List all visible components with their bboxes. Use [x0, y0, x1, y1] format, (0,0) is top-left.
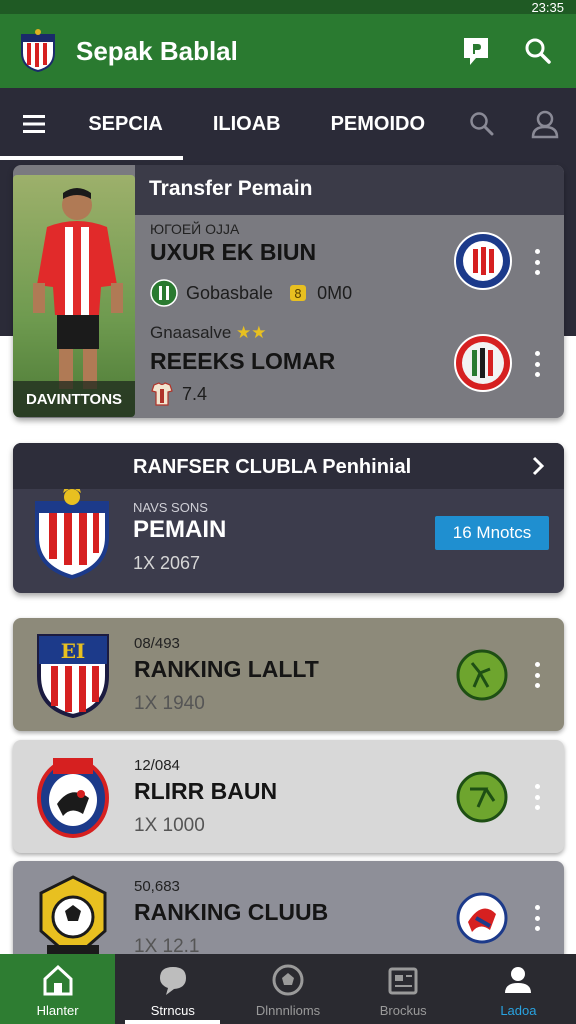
ranking-title: RLIRR BAUN: [134, 778, 278, 804]
club-transfer-name: PEMAIN: [133, 516, 227, 543]
ranking-meta: 1X 12.1: [134, 936, 200, 956]
club-transfer-card[interactable]: RANFSER CLUBLA Penhinial NAVS SONS PEMAI…: [13, 443, 564, 593]
transfer-card[interactable]: DAVINTTONS Transfer Pemain ЮГОЕЙ ОЈЈА UX…: [13, 165, 564, 418]
tab-search-button[interactable]: [451, 111, 513, 137]
team-badge-icon: [456, 649, 508, 701]
search-icon: [470, 112, 494, 136]
entry2-subtitle: Gnaasalve ★★: [150, 323, 267, 343]
nav-matches[interactable]: Dlnnnlioms: [230, 954, 345, 1024]
entry2-subtitle-text: Gnaasalve: [150, 323, 232, 342]
user-icon: [531, 110, 559, 139]
nav-home[interactable]: Hlanter: [0, 954, 116, 1024]
ranking-meta: 1X 1940: [134, 693, 205, 714]
nav-matches-label: Dlnnnlioms: [255, 1003, 321, 1018]
ranking-title: RANKING LALLT: [134, 656, 319, 682]
entry2-more-button[interactable]: [532, 351, 542, 377]
team-badge-icon: [456, 892, 508, 944]
club-transfer-subtitle: NAVS SONS: [133, 500, 208, 515]
entry1-fee: 0M0: [317, 282, 353, 303]
nav-stories-label: Strncus: [150, 1003, 195, 1018]
club-crest-icon: [454, 334, 512, 392]
club-transfer-meta: 1X 2067: [133, 553, 201, 573]
chat-button[interactable]: [456, 31, 496, 71]
ranking-more-button[interactable]: [532, 662, 542, 688]
svg-text:8: 8: [294, 287, 302, 301]
player-photo: DAVINTTONS: [13, 175, 135, 417]
home-icon: [43, 964, 73, 996]
entry1-club: Gobasbale: [186, 282, 274, 303]
transfer-card-title: Transfer Pemain: [135, 165, 564, 215]
club-shield-icon: [37, 758, 109, 838]
status-bar: 23:35: [0, 0, 576, 15]
nav-profile[interactable]: Ladoa: [461, 954, 576, 1024]
svg-text:EI: EI: [61, 639, 86, 663]
profile-button[interactable]: [514, 109, 576, 139]
money-icon: 8: [290, 285, 307, 301]
entry1-more-button[interactable]: [532, 249, 542, 275]
entry2-value: 7.4: [182, 383, 208, 404]
tab-bar: SEPCIA ILIOAB PEMOIDO: [0, 88, 576, 160]
profile-icon: [505, 967, 532, 993]
nav-news[interactable]: Brockus: [346, 954, 461, 1024]
entry2-details: 7.4: [150, 381, 207, 407]
news-icon: [388, 967, 418, 995]
entry1-details: Gobasbale 8 0M0: [150, 279, 352, 307]
chat-icon: [464, 38, 488, 65]
hamburger-icon: [23, 115, 46, 133]
nav-stories[interactable]: Strncus: [115, 954, 230, 1024]
ranking-meta: 1X 1000: [134, 815, 205, 836]
club-badge-icon: [150, 279, 178, 307]
ball-icon: [272, 964, 304, 996]
player-caption: DAVINTTONS: [13, 381, 135, 417]
chevron-right-icon[interactable]: [528, 455, 548, 477]
tab-pemoido[interactable]: PEMOIDO: [301, 88, 445, 160]
status-time: 23:35: [531, 0, 564, 15]
search-button[interactable]: [518, 31, 558, 71]
ranking-card[interactable]: 50,683 RANKING CLUUB 1X 12.1: [13, 861, 564, 956]
tab-ilioab[interactable]: ILIOAB: [183, 88, 301, 160]
club-transfer-badge[interactable]: 16 Mnotcs: [435, 516, 549, 550]
ranking-card[interactable]: EI 08/493 RANKING LALLT 1X 1940: [13, 618, 564, 731]
nav-news-label: Brockus: [379, 1003, 427, 1018]
ranking-subtitle: 12/084: [134, 757, 180, 774]
jersey-icon: [151, 382, 173, 406]
club-transfer-title: RANFSER CLUBLA Penhinial: [13, 443, 564, 489]
entry2-name: REEEKS LOMAR: [150, 348, 336, 374]
ranking-subtitle: 50,683: [134, 878, 180, 895]
club-crest-icon: [454, 232, 512, 290]
ranking-card[interactable]: 12/084 RLIRR BAUN 1X 1000: [13, 740, 564, 853]
search-icon: [525, 38, 551, 64]
ranking-title: RANKING CLUUB: [134, 899, 329, 925]
entry1-name: UXUR EK BIUN: [150, 239, 317, 265]
club-shield-icon: [39, 875, 107, 956]
club-logo-icon: [21, 29, 55, 73]
team-badge-icon: [456, 771, 508, 823]
chat-icon: [159, 967, 186, 995]
ranking-subtitle: 08/493: [134, 635, 180, 652]
app-bar: Sepak Bablal: [0, 14, 576, 88]
ranking-more-button[interactable]: [532, 784, 542, 810]
app-title: Sepak Bablal: [76, 35, 238, 66]
nav-home-label: Hlanter: [36, 1003, 79, 1018]
bottom-nav: Hlanter Strncus Dlnnnlioms Brockus Ladoa: [0, 954, 576, 1024]
stars-icon: ★★: [236, 323, 267, 342]
ranking-more-button[interactable]: [532, 905, 542, 931]
menu-button[interactable]: [0, 115, 68, 133]
club-shield-icon: EI: [37, 634, 109, 718]
nav-profile-label: Ladoa: [500, 1003, 537, 1018]
tab-sepcia[interactable]: SEPCIA: [0, 88, 184, 160]
entry1-subtitle: ЮГОЕЙ ОЈЈА: [150, 221, 240, 237]
